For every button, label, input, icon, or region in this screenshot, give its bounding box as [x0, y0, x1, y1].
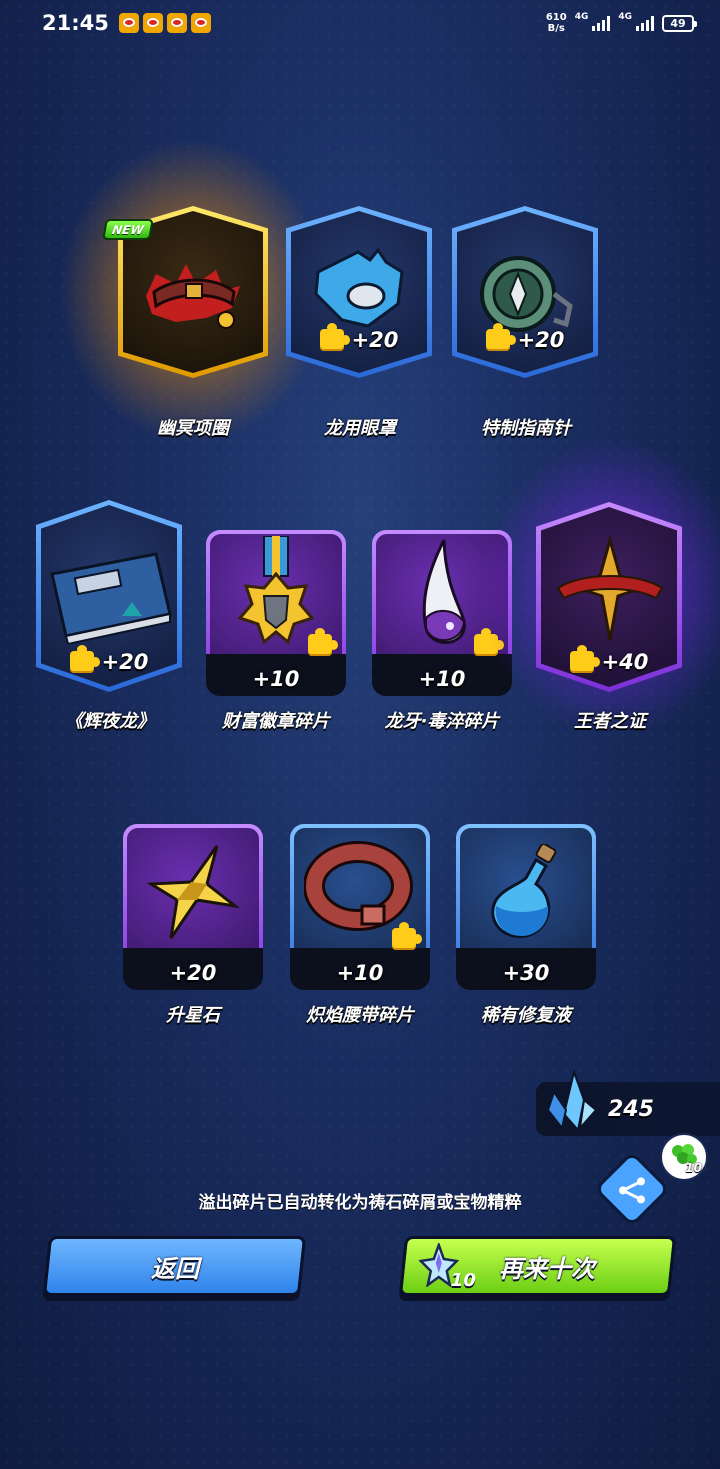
status-bar: 21:45 610 B/s 4G 4G 49	[0, 0, 720, 46]
collar-icon	[146, 264, 240, 329]
signal-icon	[592, 15, 611, 31]
weibo-icon	[166, 13, 187, 33]
reward-name: 王者之证	[574, 711, 646, 732]
net-speed-unit: B/s	[547, 23, 565, 34]
reward-card-blue[interactable]: +30	[456, 824, 596, 990]
reward-card-blue[interactable]: +10	[290, 824, 430, 990]
draw-again-button[interactable]: 10 再来十次	[398, 1236, 677, 1296]
back-button[interactable]: 返回	[42, 1236, 307, 1296]
reward-card-blue[interactable]: +20	[286, 206, 432, 378]
medal-icon	[237, 536, 315, 645]
clover-count: 10	[685, 1161, 702, 1175]
network-type: 4G	[618, 12, 632, 22]
puzzle-fragment-icon	[69, 645, 100, 673]
quantity: +30	[502, 961, 550, 985]
quantity-bar: +30	[456, 948, 596, 990]
fang-icon	[422, 539, 466, 644]
crystal-counter: 245	[536, 1070, 720, 1136]
crystal-count: 245	[608, 1096, 654, 1122]
quantity: +20	[169, 961, 217, 985]
network-type: 4G	[574, 12, 589, 22]
reward-name: 炽焰腰带碎片	[306, 1005, 414, 1026]
quantity: +40	[601, 650, 649, 674]
clover-reward-badge[interactable]: 10	[660, 1133, 708, 1181]
back-button-label: 返回	[150, 1254, 199, 1283]
draw-cost: 10	[418, 1241, 479, 1293]
puzzle-fragment-icon	[392, 922, 422, 950]
eyepatch-icon	[314, 247, 404, 328]
quantity-row: +40	[536, 645, 682, 674]
reward-card-blue[interactable]: +20	[36, 500, 182, 692]
quantity-bar: +10	[206, 654, 346, 696]
crystal-icon	[546, 1070, 598, 1133]
puzzle-fragment-icon	[308, 628, 338, 656]
reward-name: 升星石	[166, 1005, 220, 1026]
status-time: 21:45	[42, 11, 109, 35]
draw-again-label: 再来十次	[498, 1254, 595, 1283]
net-speed: 610 B/s	[546, 12, 567, 34]
reward-name: 幽冥项圈	[157, 418, 229, 439]
potion-icon	[491, 844, 557, 938]
reward-name: 稀有修复液	[481, 1005, 571, 1026]
quantity: +20	[517, 328, 565, 352]
puzzle-fragment-icon	[485, 323, 516, 351]
quantity: +10	[336, 961, 384, 985]
reward-name: 龙用眼罩	[324, 418, 396, 439]
star-stone-icon	[147, 845, 239, 939]
kings-proof-icon	[556, 536, 664, 641]
battery-icon: 49	[662, 14, 697, 32]
quantity: +10	[418, 667, 466, 691]
quantity-row: +20	[452, 323, 598, 352]
quantity: +20	[101, 650, 149, 674]
new-badge: NEW	[102, 219, 154, 240]
reward-card-blue[interactable]: +20	[452, 206, 598, 378]
net-speed-value: 610	[545, 12, 567, 23]
signal-icon	[636, 15, 654, 31]
quantity-bar: +20	[123, 948, 263, 990]
weibo-icon	[142, 13, 163, 33]
draw-cost-value: 10	[450, 1270, 476, 1291]
quantity: +20	[351, 328, 399, 352]
quantity: +10	[252, 667, 300, 691]
quantity-row: +20	[36, 645, 182, 674]
book-icon	[50, 552, 172, 644]
overflow-notice: 溢出碎片已自动转化为祷石碎屑或宝物精粹	[198, 1193, 522, 1213]
reward-card-purple[interactable]: +20	[123, 824, 263, 990]
weibo-icon	[118, 13, 139, 33]
reward-name: 《辉夜龙》	[65, 711, 155, 732]
weibo-icon	[190, 13, 211, 33]
puzzle-fragment-icon	[319, 323, 350, 351]
reward-card-purple[interactable]: +10	[206, 530, 346, 696]
puzzle-fragment-icon	[569, 645, 600, 673]
notification-icons	[118, 13, 211, 33]
reward-card-purple-hex[interactable]: +40	[476, 432, 720, 742]
reward-name: 财富徽章碎片	[222, 711, 330, 732]
quantity-bar: +10	[290, 948, 430, 990]
quantity-row: +20	[286, 323, 432, 352]
